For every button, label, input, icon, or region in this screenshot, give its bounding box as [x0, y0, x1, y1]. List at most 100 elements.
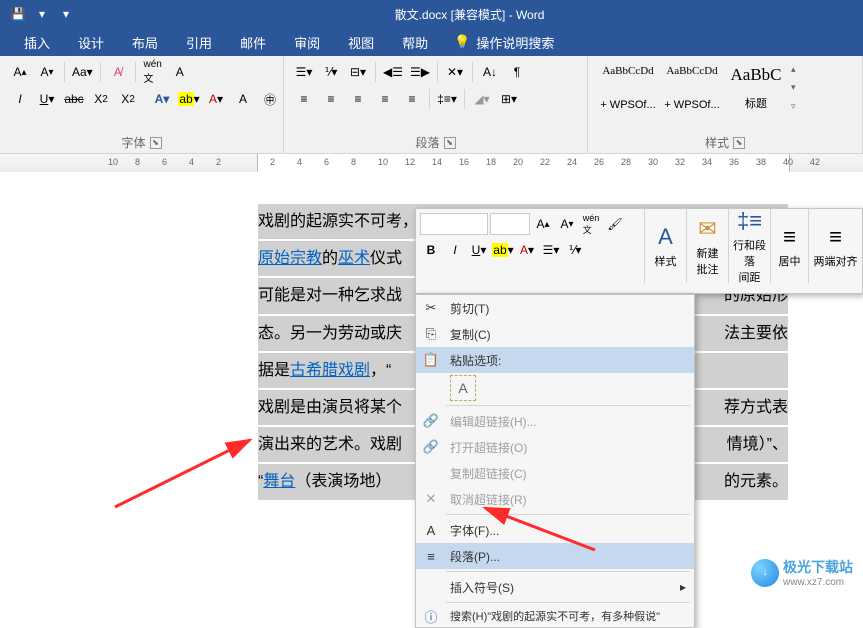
mini-grow-font-icon[interactable]: A▴: [532, 213, 554, 235]
paragraph-dialog-launcher[interactable]: ⬊: [444, 137, 456, 149]
mini-center-button[interactable]: ≡ 居中: [770, 209, 808, 283]
mini-italic-icon[interactable]: I: [444, 239, 466, 261]
subscript-button[interactable]: X2: [89, 87, 113, 111]
ruler-tick: 38: [756, 157, 766, 167]
underline-button[interactable]: U▾: [35, 87, 59, 111]
tab-review[interactable]: 审阅: [280, 28, 334, 56]
mini-highlight-icon[interactable]: ab▾: [492, 239, 514, 261]
more-icon[interactable]: ▾: [56, 4, 76, 24]
char-border-button[interactable]: A: [168, 60, 192, 84]
ruler-tick: 32: [675, 157, 685, 167]
sort-button[interactable]: A↓: [478, 60, 502, 84]
cm-copy-link[interactable]: 复制超链接(C): [416, 460, 694, 486]
font-dialog-launcher[interactable]: ⬊: [150, 137, 162, 149]
text-effects-button[interactable]: A▾: [150, 87, 174, 111]
mini-shrink-font-icon[interactable]: A▾: [556, 213, 578, 235]
ruler-tick: 6: [324, 157, 329, 167]
shrink-font-button[interactable]: A▾: [35, 60, 59, 84]
phonetic-button[interactable]: wén文: [141, 60, 165, 84]
multilevel-button[interactable]: ⊟▾: [346, 60, 370, 84]
tab-help[interactable]: 帮助: [388, 28, 442, 56]
tab-references[interactable]: 引用: [172, 28, 226, 56]
ruler-tick: 40: [783, 157, 793, 167]
superscript-button[interactable]: X2: [116, 87, 140, 111]
shading-button[interactable]: ◢▾: [470, 87, 494, 111]
cm-insert-symbol[interactable]: 插入符号(S)▸: [416, 574, 694, 600]
tab-mailings[interactable]: 邮件: [226, 28, 280, 56]
mini-justify-button[interactable]: ≡ 两端对齐: [808, 209, 862, 283]
numbering-button[interactable]: ⅟▾: [319, 60, 343, 84]
enclose-char-button[interactable]: ㊥: [258, 87, 282, 111]
font-color-button[interactable]: A▾: [204, 87, 228, 111]
show-marks-button[interactable]: ¶: [505, 60, 529, 84]
link-wushu[interactable]: 巫术: [338, 250, 370, 267]
justify-button[interactable]: ≡: [373, 87, 397, 111]
style-item-2[interactable]: AaBbCcDd + WPSOf...: [660, 60, 724, 116]
mini-format-painter-icon[interactable]: 🖌: [604, 213, 626, 235]
mini-new-comment-button[interactable]: ✉ 新建 批注: [686, 209, 728, 283]
cm-copy[interactable]: ⎘复制(C): [416, 321, 694, 347]
ribbon-tabs: 插入 设计 布局 引用 邮件 审阅 视图 帮助 💡 操作说明搜索: [0, 28, 863, 56]
italic-button[interactable]: I: [8, 87, 32, 111]
dropdown-icon[interactable]: ▾: [32, 4, 52, 24]
grow-font-button[interactable]: A▴: [8, 60, 32, 84]
mini-bold-icon[interactable]: B: [420, 239, 442, 261]
char-shading-button[interactable]: A: [231, 87, 255, 111]
paste-icon: 📋: [422, 352, 440, 368]
borders-button[interactable]: ⊞▾: [497, 87, 521, 111]
link-religion[interactable]: 原始宗教: [258, 250, 322, 267]
watermark-text: 极光下载站: [783, 557, 853, 577]
bullets-button[interactable]: ☰▾: [292, 60, 316, 84]
decrease-indent-button[interactable]: ◀☰: [381, 60, 405, 84]
tab-insert[interactable]: 插入: [10, 28, 64, 56]
mini-font-input[interactable]: [420, 213, 488, 235]
cm-font[interactable]: A字体(F)...: [416, 517, 694, 543]
change-case-button[interactable]: Aa▾: [70, 60, 95, 84]
mini-font-color-icon[interactable]: A▾: [516, 239, 538, 261]
distribute-button[interactable]: ≡: [400, 87, 424, 111]
styles-gallery-more[interactable]: ▴▾▿: [791, 60, 805, 116]
strikethrough-button[interactable]: abc: [62, 87, 86, 111]
mini-size-input[interactable]: [490, 213, 530, 235]
save-icon[interactable]: 💾: [8, 4, 28, 24]
link-stage[interactable]: 舞台: [263, 473, 295, 490]
tab-design[interactable]: 设计: [64, 28, 118, 56]
cm-remove-link[interactable]: ✕取消超链接(R): [416, 486, 694, 512]
cm-paste-options[interactable]: 📋粘贴选项:: [416, 347, 694, 373]
cm-edit-link[interactable]: 🔗编辑超链接(H)...: [416, 408, 694, 434]
mini-underline-icon[interactable]: U▾: [468, 239, 490, 261]
align-center-button[interactable]: ≡: [319, 87, 343, 111]
align-right-button[interactable]: ≡: [346, 87, 370, 111]
ruler-tick: 36: [729, 157, 739, 167]
ruler-tick: 28: [621, 157, 631, 167]
cm-open-link[interactable]: 🔗打开超链接(O): [416, 434, 694, 460]
ruler-tick: 18: [486, 157, 496, 167]
quick-access-toolbar: 💾 ▾ ▾: [0, 4, 76, 24]
cm-paragraph[interactable]: ≡段落(P)...: [416, 543, 694, 569]
cm-search[interactable]: ⓘ搜索(H)"戏剧的起源实不可考，有多种假说": [416, 605, 694, 627]
horizontal-ruler[interactable]: /* filled below */ 108642246810121416182…: [0, 154, 863, 172]
style-item-3[interactable]: AaBbC 标题: [724, 60, 788, 116]
line-spacing-button[interactable]: ‡≡▾: [435, 87, 459, 111]
tab-layout[interactable]: 布局: [118, 28, 172, 56]
mini-line-spacing-button[interactable]: ‡≡ 行和段落 间距: [728, 209, 770, 283]
mini-numbering-icon[interactable]: ⅟▾: [564, 239, 586, 261]
link-greek[interactable]: 古希腊戏剧: [290, 362, 370, 379]
mini-bullets-icon[interactable]: ☰▾: [540, 239, 562, 261]
clear-format-button[interactable]: A̸: [106, 60, 130, 84]
cm-cut[interactable]: ✂剪切(T): [416, 295, 694, 321]
align-left-button[interactable]: ≡: [292, 87, 316, 111]
highlight-button[interactable]: ab▾: [177, 87, 201, 111]
tell-me-search[interactable]: 💡 操作说明搜索: [454, 33, 554, 52]
mini-phonetic-icon[interactable]: wén文: [580, 213, 602, 235]
cm-paste-text-only[interactable]: A: [450, 375, 476, 401]
asian-layout-button[interactable]: ✕▾: [443, 60, 467, 84]
mini-styles-button[interactable]: A 样式: [644, 209, 686, 283]
styles-dialog-launcher[interactable]: ⬊: [733, 137, 745, 149]
style-item-1[interactable]: AaBbCcDd + WPSOf...: [596, 60, 660, 116]
increase-indent-button[interactable]: ☰▶: [408, 60, 432, 84]
ruler-tick: 24: [567, 157, 577, 167]
window-title: 散文.docx [兼容模式] - Word: [76, 6, 863, 23]
copy-icon: ⎘: [422, 326, 440, 342]
tab-view[interactable]: 视图: [334, 28, 388, 56]
